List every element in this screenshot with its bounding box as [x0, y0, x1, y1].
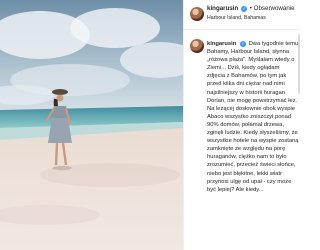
username-link[interactable]: kingarusin [207, 5, 238, 12]
separator-dot: • [249, 5, 252, 12]
caption-block: kingarusin ✓ Dwa tygodnie temu Bahamy, H… [184, 37, 300, 250]
verified-badge-icon: ✓ [241, 6, 248, 12]
caption-avatar[interactable] [190, 39, 204, 53]
post-side-panel: kingarusin ✓ • Obserwowanie Harbour Isla… [183, 0, 300, 250]
following-button[interactable]: Obserwowanie [254, 5, 295, 12]
location-link[interactable]: Harbour Island, Bahamas [207, 15, 266, 22]
post-header: kingarusin ✓ • Obserwowanie Harbour Isla… [184, 0, 300, 30]
caption-scrollbar[interactable] [298, 34, 300, 94]
header-line: kingarusin ✓ • Obserwowanie [207, 5, 295, 13]
post-photo[interactable] [0, 0, 183, 250]
caption-text: Dwa tygodnie temu Bahamy, Harbour Island… [207, 41, 299, 193]
instagram-post: kingarusin ✓ • Obserwowanie Harbour Isla… [0, 0, 300, 250]
avatar[interactable] [190, 7, 204, 21]
caption-username-link[interactable]: kingarusin [207, 41, 236, 47]
caption-text-block: kingarusin ✓ Dwa tygodnie temu Bahamy, H… [207, 40, 299, 194]
caption-verified-badge-icon: ✓ [239, 41, 246, 47]
beach-photo-illustration [0, 0, 183, 250]
